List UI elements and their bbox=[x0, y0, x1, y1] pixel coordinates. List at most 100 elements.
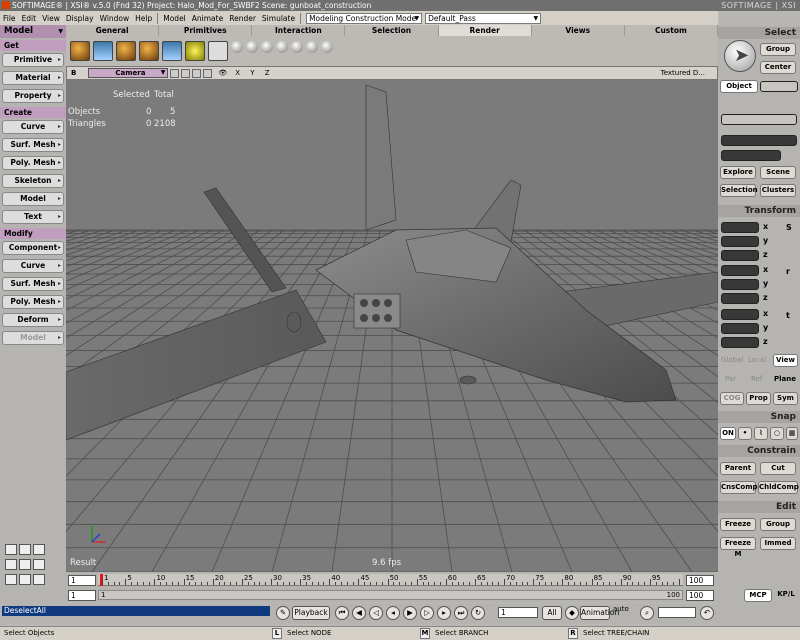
play-icon[interactable]: ▶ bbox=[403, 606, 417, 620]
object-select-button[interactable]: Object bbox=[720, 80, 758, 93]
rotate-icon[interactable]: r bbox=[786, 267, 790, 276]
step-forward-icon[interactable]: ▷ bbox=[420, 606, 434, 620]
animation-value-field[interactable] bbox=[658, 607, 696, 618]
menu-help[interactable]: Help bbox=[132, 14, 155, 23]
key-icon[interactable]: ◆ bbox=[565, 606, 579, 620]
scale-x-field[interactable] bbox=[721, 222, 759, 233]
freeze-button[interactable]: Freeze bbox=[720, 518, 756, 531]
shader-ball-icon[interactable] bbox=[321, 41, 333, 53]
range-end-field[interactable]: 100 bbox=[686, 590, 714, 601]
layout-split-icon[interactable] bbox=[19, 574, 31, 585]
undo-icon[interactable]: ↶ bbox=[700, 606, 714, 620]
texture-icon[interactable] bbox=[139, 41, 159, 61]
layout-left-icon[interactable] bbox=[19, 544, 31, 555]
all-button[interactable]: All bbox=[542, 606, 562, 620]
eye-icon[interactable]: 👁 bbox=[218, 69, 227, 77]
viewport-toggle-icon[interactable] bbox=[181, 68, 191, 78]
translate-z-field[interactable] bbox=[721, 337, 759, 348]
get-primitive-button[interactable]: Primitive ▸ bbox=[2, 53, 64, 67]
group-select-button[interactable]: Group bbox=[760, 43, 796, 56]
shader-ball-icon[interactable] bbox=[276, 41, 288, 53]
select-filter-field[interactable] bbox=[760, 81, 798, 92]
material-icon[interactable] bbox=[116, 41, 136, 61]
explore-button[interactable]: Explore bbox=[720, 166, 756, 179]
loop-icon[interactable]: ↻ bbox=[471, 606, 485, 620]
viewport-letter-icon[interactable]: B bbox=[71, 69, 76, 77]
layout-top-icon[interactable] bbox=[5, 559, 17, 570]
selection-button[interactable]: Selection bbox=[720, 184, 758, 197]
shader-ball-icon[interactable] bbox=[291, 41, 303, 53]
magnifier-icon[interactable]: ⌕ bbox=[640, 606, 654, 620]
selection-name-field[interactable] bbox=[721, 135, 797, 146]
render-tree-icon[interactable] bbox=[162, 41, 182, 61]
viewport-toggle-icon[interactable] bbox=[203, 68, 213, 78]
last-frame-icon[interactable]: ⏭ bbox=[454, 606, 468, 620]
rotate-z-field[interactable] bbox=[721, 293, 759, 304]
snap-surface-icon[interactable]: ○ bbox=[770, 427, 784, 440]
camera-dropdown[interactable]: Camera ▼ bbox=[88, 68, 169, 78]
menu-render[interactable]: Render bbox=[226, 14, 259, 23]
modify-curve-button[interactable]: Curve ▸ bbox=[2, 259, 64, 273]
tab-custom[interactable]: Custom bbox=[625, 25, 718, 36]
cnscomp-button[interactable]: CnsComp bbox=[720, 481, 758, 494]
mcp-tab[interactable]: MCP bbox=[744, 589, 772, 602]
step-back-icon[interactable]: ◁ bbox=[369, 606, 383, 620]
kpl-tab[interactable]: KP/L bbox=[774, 589, 798, 602]
layout-single-icon[interactable] bbox=[5, 574, 17, 585]
layout-max-icon[interactable] bbox=[33, 574, 45, 585]
translate-y-field[interactable] bbox=[721, 323, 759, 334]
menu-edit[interactable]: Edit bbox=[19, 14, 40, 23]
create-text-button[interactable]: Text ▸ bbox=[2, 210, 64, 224]
selection-field[interactable] bbox=[721, 114, 797, 125]
view-button[interactable]: View bbox=[773, 354, 798, 367]
prop-button[interactable]: Prop bbox=[746, 392, 771, 405]
scale-icon[interactable]: S bbox=[786, 223, 792, 232]
shading-dropdown[interactable]: Textured D... bbox=[661, 69, 705, 77]
chldcomp-button[interactable]: ChldComp bbox=[758, 481, 799, 494]
range-start-field[interactable]: 1 bbox=[68, 590, 96, 601]
rotate-y-field[interactable] bbox=[721, 279, 759, 290]
shader-ball-icon[interactable] bbox=[246, 41, 258, 53]
clusters-button[interactable]: Clusters bbox=[760, 184, 796, 197]
snap-on-button[interactable]: ON bbox=[720, 427, 736, 440]
prev-key-icon[interactable]: ◀ bbox=[352, 606, 366, 620]
first-frame-icon[interactable]: ⏮ bbox=[335, 606, 349, 620]
shader-ball-icon[interactable] bbox=[261, 41, 273, 53]
ref-button[interactable]: Ref bbox=[751, 375, 762, 383]
plane-button[interactable]: Plane bbox=[774, 375, 796, 383]
select-tool-icon[interactable]: ➤ bbox=[724, 40, 756, 72]
create-surf-mesh-button[interactable]: Surf. Mesh ▸ bbox=[2, 138, 64, 152]
layout-grid-icon[interactable] bbox=[33, 544, 45, 555]
get-property-button[interactable]: Property ▸ bbox=[2, 89, 64, 103]
playback-button[interactable]: Playback bbox=[292, 606, 330, 620]
menu-window[interactable]: Window bbox=[97, 14, 133, 23]
tab-views[interactable]: Views bbox=[532, 25, 625, 36]
global-button[interactable]: Global bbox=[721, 356, 743, 364]
shader-ball-icon[interactable] bbox=[306, 41, 318, 53]
cog-button[interactable]: COG bbox=[720, 392, 744, 405]
current-frame-field[interactable]: 1 bbox=[498, 607, 538, 618]
script-editor-icon[interactable]: ✎ bbox=[276, 606, 290, 620]
freeze-m-button[interactable]: Freeze M bbox=[720, 537, 756, 558]
timeline-start-field[interactable]: 1 bbox=[68, 575, 96, 586]
pass-dropdown[interactable]: Default_Pass ▼ bbox=[425, 12, 542, 24]
modify-deform-button[interactable]: Deform ▸ bbox=[2, 313, 64, 327]
menu-model[interactable]: Model bbox=[160, 14, 189, 23]
layout-right-icon[interactable] bbox=[33, 559, 45, 570]
render-preview-icon[interactable] bbox=[93, 41, 113, 61]
scale-y-field[interactable] bbox=[721, 236, 759, 247]
construction-mode-dropdown[interactable]: Modeling Construction Mode ▼ bbox=[306, 12, 423, 24]
create-model-button[interactable]: Model ▸ bbox=[2, 192, 64, 206]
modify-poly-mesh-button[interactable]: Poly. Mesh ▸ bbox=[2, 295, 64, 309]
timeline-ruler[interactable]: 1 5 10 15 20 25 30 35 40 45 50 55 60 65 70 75 80 85 90 95 bbox=[98, 574, 683, 586]
local-button[interactable]: Local bbox=[748, 356, 766, 364]
layout-quad-icon[interactable] bbox=[5, 544, 17, 555]
axis-buttons[interactable]: X Y Z bbox=[235, 69, 273, 77]
par-button[interactable]: Par bbox=[725, 375, 736, 383]
menu-animate[interactable]: Animate bbox=[189, 14, 226, 23]
viewport-toggle-icon[interactable] bbox=[170, 68, 180, 78]
animation-button[interactable]: Animation bbox=[580, 606, 619, 620]
cut-button[interactable]: Cut bbox=[760, 462, 796, 475]
modify-surf-mesh-button[interactable]: Surf. Mesh ▸ bbox=[2, 277, 64, 291]
translate-x-field[interactable] bbox=[721, 309, 759, 320]
